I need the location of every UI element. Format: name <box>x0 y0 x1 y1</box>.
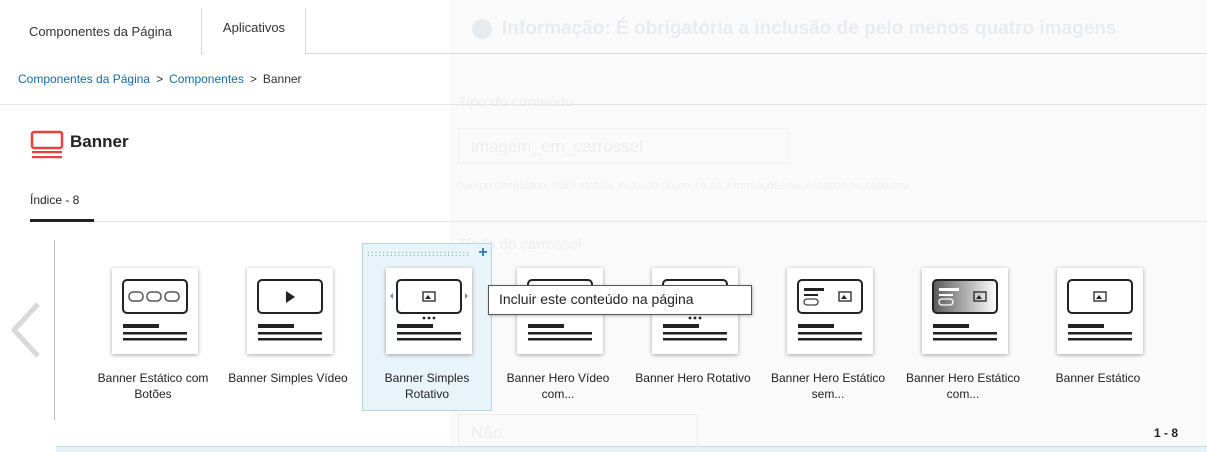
carousel-item-label: Banner Hero Rotativo <box>635 371 751 385</box>
header-divider <box>0 104 1207 105</box>
carousel-left-rail <box>54 240 55 420</box>
page-title: Banner <box>70 132 129 151</box>
tab-applications[interactable]: Aplicativos <box>203 8 306 54</box>
carousel-item[interactable]: Banner Estático com Botões <box>88 260 218 410</box>
carousel-item-label: Banner Estático <box>1055 371 1141 385</box>
tab-index[interactable]: Índice - 8 <box>30 193 79 207</box>
breadcrumb-link-page-components[interactable]: Componentes da Página <box>18 72 150 86</box>
tab-divider <box>94 221 1207 222</box>
breadcrumb-separator: > <box>249 72 257 86</box>
banner-hero-static-icon <box>787 268 873 354</box>
carousel-item[interactable]: Banner Hero Vídeo com... <box>493 260 623 410</box>
panel-tabs: Componentes da Página Aplicativos <box>0 8 1207 55</box>
breadcrumb: Componentes da Página > Componentes > Banner <box>18 72 302 86</box>
banner-buttons-icon <box>112 268 198 354</box>
carousel-item[interactable]: Banner Hero Rotativo <box>628 260 758 410</box>
banner-icon <box>30 130 66 162</box>
carousel-item-label: Banner Simples Rotativo <box>384 371 470 401</box>
carousel-item-label: Banner Hero Estático sem... <box>770 371 886 401</box>
carousel-item-label: Banner Hero Vídeo com... <box>506 371 610 401</box>
carousel-item[interactable]: Banner Estático <box>1033 260 1163 410</box>
carousel-item[interactable]: Banner Simples Vídeo <box>223 260 353 410</box>
banner-video-icon <box>247 268 333 354</box>
carousel-item-selected[interactable]: Banner Simples Rotativo <box>362 260 492 410</box>
drag-handle-icon[interactable]: :::::::::::::::::::::::::::::: <box>366 249 470 259</box>
banner-hero-static-gradient-icon <box>922 268 1008 354</box>
tab-index-underline <box>30 219 94 222</box>
carousel-item-label: Banner Hero Estático com... <box>905 371 1021 401</box>
page-header: Banner <box>30 130 129 162</box>
carousel-item-label: Banner Simples Vídeo <box>228 371 348 385</box>
breadcrumb-current: Banner <box>262 72 302 86</box>
carousel-item[interactable]: Banner Hero Estático com... <box>898 260 1028 410</box>
breadcrumb-link-components[interactable]: Componentes <box>169 72 244 86</box>
carousel-prev-arrow-icon[interactable] <box>8 300 48 360</box>
carousel-pager: 1 - 8 <box>1154 426 1179 440</box>
tab-page-components[interactable]: Componentes da Página <box>0 8 202 55</box>
add-content-tooltip: Incluir este conteúdo na página <box>488 285 752 315</box>
banner-rotating-icon <box>386 268 472 354</box>
carousel-item[interactable]: Banner Hero Estático sem... <box>763 260 893 410</box>
add-content-button[interactable]: + <box>476 245 490 261</box>
breadcrumb-separator: > <box>156 72 164 86</box>
carousel-item-label: Banner Estático com Botões <box>97 371 209 401</box>
banner-static-icon <box>1057 268 1143 354</box>
components-panel: Componentes da Página Aplicativos Compon… <box>0 0 1207 452</box>
bottom-drop-area <box>56 446 1207 452</box>
